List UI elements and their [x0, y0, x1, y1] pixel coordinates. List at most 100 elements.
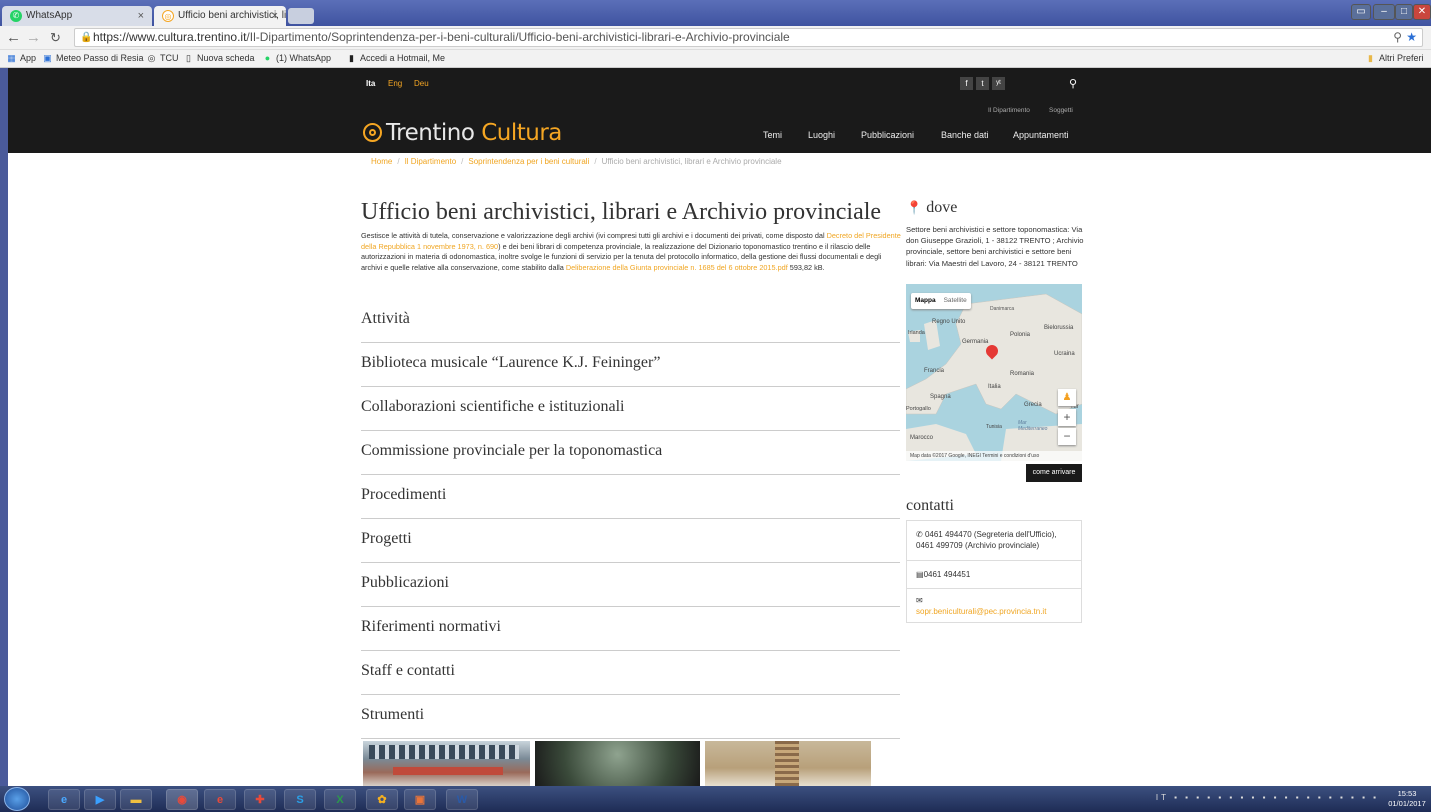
file-explorer-icon[interactable]: ▬: [120, 789, 152, 810]
youtube-icon[interactable]: yt: [992, 77, 1005, 90]
map-label: Romania: [1010, 371, 1035, 377]
tab-ufficio[interactable]: ◎ Ufficio beni archivistici, li ×: [154, 6, 286, 26]
map-label: Francia: [924, 368, 945, 374]
word-icon[interactable]: W: [446, 789, 478, 810]
section-commissione-toponomastica[interactable]: Commissione provinciale per la toponomas…: [361, 431, 900, 475]
site-logo[interactable]: Trentino Cultura: [363, 120, 562, 146]
library-photo[interactable]: [363, 741, 530, 786]
contact-email: ✉ sopr.beniculturali@pec.provincia.tn.it: [907, 589, 1081, 622]
taskbar-clock[interactable]: 15:53 01/01/2017: [1387, 789, 1427, 809]
lang-eng[interactable]: Eng: [388, 79, 402, 88]
nav-pubblicazioni[interactable]: Pubblicazioni: [861, 130, 914, 140]
back-arrow-icon[interactable]: ←: [6, 29, 21, 47]
bookmark-meteo[interactable]: ▣ Meteo Passo di Resia: [42, 50, 143, 67]
email-link[interactable]: sopr.beniculturali@pec.provincia.tn.it: [916, 607, 1046, 616]
bookmark-tcu[interactable]: ◎ TCU: [146, 50, 179, 67]
twitter-icon[interactable]: t: [976, 77, 989, 90]
map-label: Germania: [962, 339, 989, 345]
logo-ring-icon: [363, 123, 382, 142]
bookmark-nuova-scheda[interactable]: ▯ Nuova scheda: [183, 50, 255, 67]
folder-icon: ▮: [1368, 53, 1373, 63]
section-attivita[interactable]: Attività: [361, 299, 900, 343]
breadcrumb: Home / Il Dipartimento / Soprintendenza per …: [371, 157, 782, 166]
forward-arrow-icon[interactable]: →: [26, 29, 41, 47]
bookmark-altri-preferiti[interactable]: ▮ Altri Preferi: [1365, 50, 1424, 67]
press-photo[interactable]: [705, 741, 871, 786]
bookmarks-bar: ▦ App ▣ Meteo Passo di Resia ◎ TCU ▯ Nuova s…: [0, 50, 1431, 68]
lock-icon: 🔒: [80, 32, 93, 43]
contatti-heading: contatti: [906, 497, 954, 514]
map-marker-icon: 📍: [906, 200, 923, 215]
breadcrumb-dipartimento[interactable]: Il Dipartimento: [405, 157, 457, 166]
section-biblioteca-musicale[interactable]: Biblioteca musicale “Laurence K.J. Feini…: [361, 343, 900, 387]
excel-icon[interactable]: X: [324, 789, 356, 810]
deliberazione-pdf-link[interactable]: Deliberazione della Giunta provinciale n…: [566, 263, 788, 272]
tcu-icon: ◎: [147, 53, 156, 63]
breadcrumb-soprintendenza[interactable]: Soprintendenza per i beni culturali: [468, 157, 589, 166]
zoom-icon[interactable]: ⚲: [1393, 29, 1402, 46]
nav-banche-dati[interactable]: Banche dati: [941, 130, 989, 140]
close-tab-icon[interactable]: ×: [272, 6, 278, 26]
user-icon[interactable]: ▭: [1351, 4, 1371, 20]
app-icon[interactable]: ✚: [244, 789, 276, 810]
close-window-button[interactable]: ✕: [1413, 4, 1431, 20]
top-link-dipartimento[interactable]: Il Dipartimento: [988, 107, 1030, 114]
map-label: Ucraina: [1054, 351, 1075, 357]
new-tab-button[interactable]: [288, 8, 314, 24]
map-type-satellite[interactable]: Satellite: [940, 293, 971, 309]
search-icon[interactable]: ⚲: [1069, 77, 1077, 90]
zoom-out-button[interactable]: −: [1058, 428, 1076, 445]
section-pubblicazioni[interactable]: Pubblicazioni: [361, 563, 900, 607]
folder-app-icon[interactable]: ✿: [366, 789, 398, 810]
breadcrumb-current: Ufficio beni archivistici, librari e Arc…: [601, 157, 782, 166]
bookmark-apps[interactable]: ▦ App: [6, 50, 36, 67]
envelope-icon: ✉: [916, 596, 923, 605]
section-strumenti[interactable]: Strumenti: [361, 695, 900, 739]
start-button[interactable]: [4, 787, 30, 811]
media-player-icon[interactable]: ▶: [84, 789, 116, 810]
tab-whatsapp[interactable]: ✆ WhatsApp ×: [2, 6, 152, 26]
section-staff-contatti[interactable]: Staff e contatti: [361, 651, 900, 695]
address-bar[interactable]: 🔒 https://www.cultura.trentino.it/Il-Dip…: [74, 28, 1423, 47]
system-tray: IT ▪ ▪ ▪ ▪ ▪ ▪ ▪ ▪ ▪ ▪ ▪ ▪ ▪ ▪ ▪ ▪ ▪ ▪ ▪: [1155, 793, 1379, 802]
fax-icon: ▤: [916, 570, 924, 579]
browser-toolbar: ← → ↻ 🔒 https://www.cultura.trentino.it/…: [0, 26, 1431, 50]
close-tab-icon[interactable]: ×: [138, 6, 144, 26]
google-map[interactable]: Danimarca Regno Unito Irlanda Polonia Bi…: [906, 284, 1082, 461]
intro-paragraph: Gestisce le attività di tutela, conserva…: [361, 231, 901, 273]
minimize-button[interactable]: –: [1373, 4, 1395, 20]
lang-deu[interactable]: Deu: [414, 79, 429, 88]
url-host: https://www.cultura.trentino.it: [93, 30, 247, 44]
map-document-photo[interactable]: [535, 741, 700, 786]
bookmark-hotmail[interactable]: ▮ Accedi a Hotmail, Me: [346, 50, 445, 67]
map-label: Regno Unito: [932, 319, 966, 325]
nav-temi[interactable]: Temi: [763, 130, 782, 140]
zoom-in-button[interactable]: +: [1058, 409, 1076, 426]
section-progetti[interactable]: Progetti: [361, 519, 900, 563]
powerpoint-icon[interactable]: ▣: [404, 789, 436, 810]
map-type-mappa[interactable]: Mappa: [911, 293, 940, 309]
skype-icon[interactable]: S: [284, 789, 316, 810]
nav-luoghi[interactable]: Luoghi: [808, 130, 835, 140]
maximize-button[interactable]: □: [1395, 4, 1413, 20]
section-collaborazioni[interactable]: Collaborazioni scientifiche e istituzion…: [361, 387, 900, 431]
trentino-cultura-favicon: ◎: [162, 10, 174, 22]
tab-label: WhatsApp: [26, 10, 73, 21]
chrome-icon[interactable]: ◉: [166, 789, 198, 810]
street-view-pegman-icon[interactable]: ♟: [1058, 389, 1076, 406]
breadcrumb-home[interactable]: Home: [371, 157, 392, 166]
hotmail-taskbar-icon[interactable]: e: [204, 789, 236, 810]
internet-explorer-icon[interactable]: e: [48, 789, 80, 810]
section-riferimenti-normativi[interactable]: Riferimenti normativi: [361, 607, 900, 651]
bookmark-whatsapp[interactable]: ● (1) WhatsApp: [262, 50, 331, 67]
lang-ita[interactable]: Ita: [366, 79, 375, 88]
map-label: Marocco: [910, 435, 934, 441]
facebook-icon[interactable]: f: [960, 77, 973, 90]
reload-icon[interactable]: ↻: [50, 29, 61, 47]
nav-appuntamenti[interactable]: Appuntamenti: [1013, 130, 1069, 140]
star-icon[interactable]: ★: [1406, 29, 1417, 46]
directions-button[interactable]: come arrivare: [1026, 464, 1082, 482]
top-link-soggetti[interactable]: Soggetti: [1049, 107, 1073, 114]
section-procedimenti[interactable]: Procedimenti: [361, 475, 900, 519]
map-label: Irlanda: [908, 330, 925, 336]
